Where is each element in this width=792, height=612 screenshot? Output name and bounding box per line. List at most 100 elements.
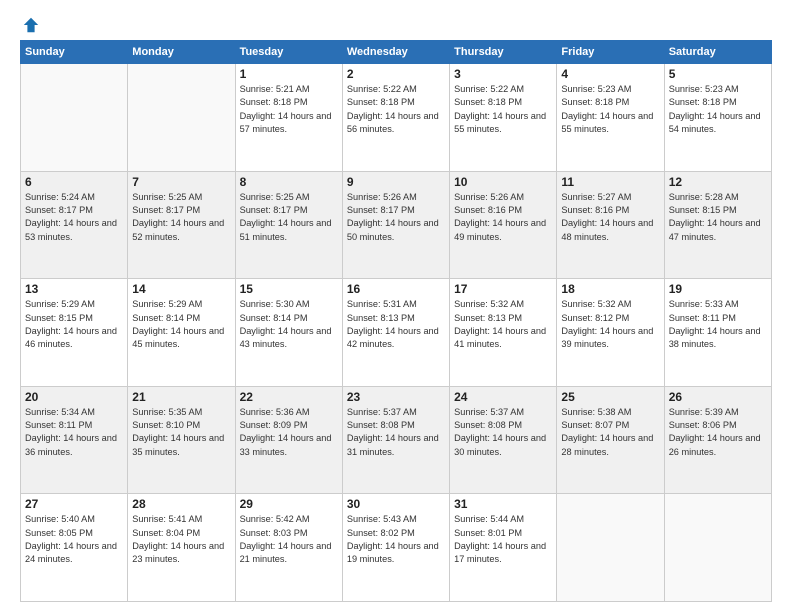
weekday-header-friday: Friday xyxy=(557,41,664,64)
calendar-cell: 17 Sunrise: 5:32 AM Sunset: 8:13 PM Dayli… xyxy=(450,279,557,387)
day-info: Sunrise: 5:25 AM Sunset: 8:17 PM Dayligh… xyxy=(132,191,230,244)
day-info: Sunrise: 5:27 AM Sunset: 8:16 PM Dayligh… xyxy=(561,191,659,244)
weekday-header-tuesday: Tuesday xyxy=(235,41,342,64)
calendar-cell: 7 Sunrise: 5:25 AM Sunset: 8:17 PM Daylig… xyxy=(128,171,235,279)
day-number: 14 xyxy=(132,282,230,296)
calendar-cell: 21 Sunrise: 5:35 AM Sunset: 8:10 PM Dayli… xyxy=(128,386,235,494)
day-info: Sunrise: 5:34 AM Sunset: 8:11 PM Dayligh… xyxy=(25,406,123,459)
day-number: 23 xyxy=(347,390,445,404)
calendar-cell: 29Sunrise: 5:42 AM Sunset: 8:03 PM Dayli… xyxy=(235,494,342,602)
calendar-cell: 18 Sunrise: 5:32 AM Sunset: 8:12 PM Dayli… xyxy=(557,279,664,387)
day-number: 1 xyxy=(240,67,338,81)
calendar-cell: 20 Sunrise: 5:34 AM Sunset: 8:11 PM Dayli… xyxy=(21,386,128,494)
day-info: Sunrise: 5:41 AM Sunset: 8:04 PM Dayligh… xyxy=(132,513,230,566)
calendar-cell: 3 Sunrise: 5:22 AM Sunset: 8:18 PM Daylig… xyxy=(450,64,557,172)
weekday-header-sunday: Sunday xyxy=(21,41,128,64)
day-info: Sunrise: 5:36 AM Sunset: 8:09 PM Dayligh… xyxy=(240,406,338,459)
calendar-cell: 4Sunrise: 5:23 AM Sunset: 8:18 PM Daylig… xyxy=(557,64,664,172)
day-number: 13 xyxy=(25,282,123,296)
day-info: Sunrise: 5:33 AM Sunset: 8:11 PM Dayligh… xyxy=(669,298,767,351)
calendar-cell xyxy=(128,64,235,172)
day-number: 4 xyxy=(561,67,659,81)
calendar-cell xyxy=(21,64,128,172)
calendar-cell: 25Sunrise: 5:38 AM Sunset: 8:07 PM Dayli… xyxy=(557,386,664,494)
day-number: 21 xyxy=(132,390,230,404)
day-info: Sunrise: 5:28 AM Sunset: 8:15 PM Dayligh… xyxy=(669,191,767,244)
day-number: 11 xyxy=(561,175,659,189)
day-number: 31 xyxy=(454,497,552,511)
calendar-cell: 9Sunrise: 5:26 AM Sunset: 8:17 PM Daylig… xyxy=(342,171,449,279)
day-info: Sunrise: 5:42 AM Sunset: 8:03 PM Dayligh… xyxy=(240,513,338,566)
day-number: 3 xyxy=(454,67,552,81)
calendar-cell: 30 Sunrise: 5:43 AM Sunset: 8:02 PM Dayli… xyxy=(342,494,449,602)
weekday-header-monday: Monday xyxy=(128,41,235,64)
day-number: 2 xyxy=(347,67,445,81)
day-info: Sunrise: 5:25 AM Sunset: 8:17 PM Dayligh… xyxy=(240,191,338,244)
page: SundayMondayTuesdayWednesdayThursdayFrid… xyxy=(0,0,792,612)
calendar-cell: 2 Sunrise: 5:22 AM Sunset: 8:18 PM Daylig… xyxy=(342,64,449,172)
day-info: Sunrise: 5:35 AM Sunset: 8:10 PM Dayligh… xyxy=(132,406,230,459)
logo-icon xyxy=(22,16,40,34)
day-info: Sunrise: 5:26 AM Sunset: 8:17 PM Dayligh… xyxy=(347,191,445,244)
day-info: Sunrise: 5:22 AM Sunset: 8:18 PM Dayligh… xyxy=(347,83,445,136)
day-number: 6 xyxy=(25,175,123,189)
calendar-week-row: 13 Sunrise: 5:29 AM Sunset: 8:15 PM Dayli… xyxy=(21,279,772,387)
calendar-cell: 26Sunrise: 5:39 AM Sunset: 8:06 PM Dayli… xyxy=(664,386,771,494)
calendar-week-row: 20 Sunrise: 5:34 AM Sunset: 8:11 PM Dayli… xyxy=(21,386,772,494)
day-info: Sunrise: 5:29 AM Sunset: 8:15 PM Dayligh… xyxy=(25,298,123,351)
calendar-cell: 12 Sunrise: 5:28 AM Sunset: 8:15 PM Dayli… xyxy=(664,171,771,279)
calendar-cell: 19 Sunrise: 5:33 AM Sunset: 8:11 PM Dayli… xyxy=(664,279,771,387)
day-number: 30 xyxy=(347,497,445,511)
calendar-cell: 31Sunrise: 5:44 AM Sunset: 8:01 PM Dayli… xyxy=(450,494,557,602)
day-number: 19 xyxy=(669,282,767,296)
calendar-cell: 16 Sunrise: 5:31 AM Sunset: 8:13 PM Dayli… xyxy=(342,279,449,387)
calendar-cell: 13 Sunrise: 5:29 AM Sunset: 8:15 PM Dayli… xyxy=(21,279,128,387)
day-info: Sunrise: 5:37 AM Sunset: 8:08 PM Dayligh… xyxy=(347,406,445,459)
day-info: Sunrise: 5:32 AM Sunset: 8:12 PM Dayligh… xyxy=(561,298,659,351)
day-info: Sunrise: 5:43 AM Sunset: 8:02 PM Dayligh… xyxy=(347,513,445,566)
day-number: 20 xyxy=(25,390,123,404)
calendar-table: SundayMondayTuesdayWednesdayThursdayFrid… xyxy=(20,40,772,602)
weekday-header-wednesday: Wednesday xyxy=(342,41,449,64)
day-info: Sunrise: 5:24 AM Sunset: 8:17 PM Dayligh… xyxy=(25,191,123,244)
day-number: 5 xyxy=(669,67,767,81)
day-number: 12 xyxy=(669,175,767,189)
day-number: 10 xyxy=(454,175,552,189)
calendar-cell: 15Sunrise: 5:30 AM Sunset: 8:14 PM Dayli… xyxy=(235,279,342,387)
calendar-cell: 27Sunrise: 5:40 AM Sunset: 8:05 PM Dayli… xyxy=(21,494,128,602)
day-info: Sunrise: 5:30 AM Sunset: 8:14 PM Dayligh… xyxy=(240,298,338,351)
calendar-cell: 24 Sunrise: 5:37 AM Sunset: 8:08 PM Dayli… xyxy=(450,386,557,494)
day-info: Sunrise: 5:38 AM Sunset: 8:07 PM Dayligh… xyxy=(561,406,659,459)
calendar-cell: 1 Sunrise: 5:21 AM Sunset: 8:18 PM Daylig… xyxy=(235,64,342,172)
day-info: Sunrise: 5:22 AM Sunset: 8:18 PM Dayligh… xyxy=(454,83,552,136)
day-info: Sunrise: 5:32 AM Sunset: 8:13 PM Dayligh… xyxy=(454,298,552,351)
calendar-cell xyxy=(664,494,771,602)
day-number: 17 xyxy=(454,282,552,296)
day-number: 27 xyxy=(25,497,123,511)
day-info: Sunrise: 5:23 AM Sunset: 8:18 PM Dayligh… xyxy=(669,83,767,136)
day-number: 16 xyxy=(347,282,445,296)
calendar-week-row: 6 Sunrise: 5:24 AM Sunset: 8:17 PM Daylig… xyxy=(21,171,772,279)
calendar-cell: 22 Sunrise: 5:36 AM Sunset: 8:09 PM Dayli… xyxy=(235,386,342,494)
calendar-cell: 10Sunrise: 5:26 AM Sunset: 8:16 PM Dayli… xyxy=(450,171,557,279)
calendar-cell: 14 Sunrise: 5:29 AM Sunset: 8:14 PM Dayli… xyxy=(128,279,235,387)
day-info: Sunrise: 5:29 AM Sunset: 8:14 PM Dayligh… xyxy=(132,298,230,351)
header xyxy=(20,16,772,30)
calendar-cell: 6 Sunrise: 5:24 AM Sunset: 8:17 PM Daylig… xyxy=(21,171,128,279)
day-number: 24 xyxy=(454,390,552,404)
calendar-week-row: 1 Sunrise: 5:21 AM Sunset: 8:18 PM Daylig… xyxy=(21,64,772,172)
weekday-header-saturday: Saturday xyxy=(664,41,771,64)
calendar-cell: 8Sunrise: 5:25 AM Sunset: 8:17 PM Daylig… xyxy=(235,171,342,279)
day-number: 7 xyxy=(132,175,230,189)
weekday-header-row: SundayMondayTuesdayWednesdayThursdayFrid… xyxy=(21,41,772,64)
day-info: Sunrise: 5:37 AM Sunset: 8:08 PM Dayligh… xyxy=(454,406,552,459)
calendar-week-row: 27Sunrise: 5:40 AM Sunset: 8:05 PM Dayli… xyxy=(21,494,772,602)
calendar-cell: 28Sunrise: 5:41 AM Sunset: 8:04 PM Dayli… xyxy=(128,494,235,602)
calendar-cell xyxy=(557,494,664,602)
day-number: 22 xyxy=(240,390,338,404)
day-info: Sunrise: 5:31 AM Sunset: 8:13 PM Dayligh… xyxy=(347,298,445,351)
day-number: 18 xyxy=(561,282,659,296)
calendar-cell: 5 Sunrise: 5:23 AM Sunset: 8:18 PM Daylig… xyxy=(664,64,771,172)
day-info: Sunrise: 5:21 AM Sunset: 8:18 PM Dayligh… xyxy=(240,83,338,136)
day-number: 26 xyxy=(669,390,767,404)
